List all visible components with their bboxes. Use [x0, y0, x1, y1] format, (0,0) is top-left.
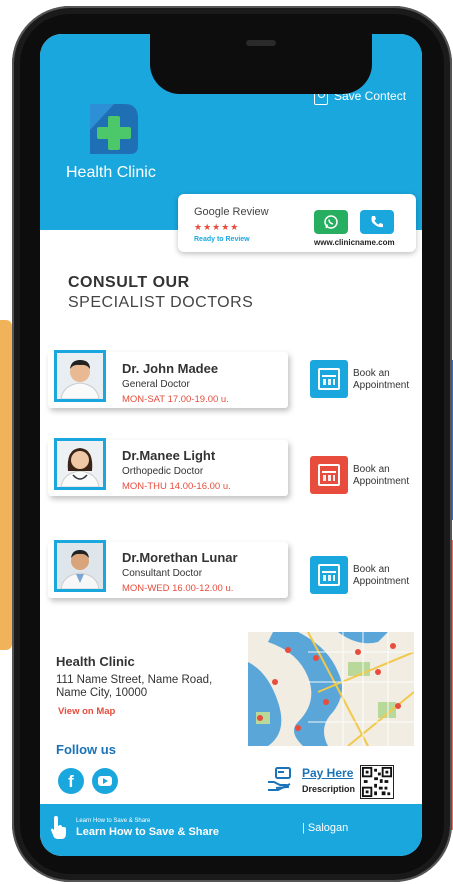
address-text: 111 Name Street, Name Road, Name City, 1…: [56, 674, 213, 699]
doctor-avatar-icon: [57, 543, 103, 590]
slogan-text: | Salogan: [302, 822, 349, 834]
consult-subheading: SPECIALIST DOCTORS: [68, 294, 254, 311]
footer-bar: Learn How to Save & Share Learn How to S…: [40, 804, 422, 856]
consult-heading: CONSULT OUR: [68, 274, 190, 291]
doctor-hours: MON-WED 16.00-12.00 u.: [122, 583, 234, 594]
doctor-avatar-icon: [57, 441, 103, 488]
doctor-name: Dr. John Madee: [122, 361, 219, 376]
google-review-title: Google Review: [194, 206, 269, 218]
qr-code-icon[interactable]: [360, 765, 394, 799]
learn-save-share-link[interactable]: Learn How to Save & Share: [76, 826, 219, 838]
calendar-icon: [318, 464, 340, 486]
google-review-card[interactable]: Google Review ★★★★★ Ready to Review www.…: [178, 194, 416, 252]
clinic-logo-icon: [90, 104, 138, 154]
website-link[interactable]: www.clinicname.com: [314, 238, 395, 247]
payment-hand-icon[interactable]: [266, 766, 294, 794]
calendar-icon: [318, 564, 340, 586]
phone-icon: [371, 216, 383, 228]
follow-us-label: Follow us: [56, 742, 116, 757]
doctor-photo: [54, 540, 106, 592]
tap-hand-icon[interactable]: [50, 814, 68, 840]
whatsapp-icon: [324, 215, 338, 229]
book-appointment-button[interactable]: [310, 456, 348, 494]
book-appointment-button[interactable]: [310, 360, 348, 398]
doctor-hours: MON-SAT 17.00-19.00 u.: [122, 394, 229, 405]
youtube-play-icon: [98, 776, 112, 786]
call-button[interactable]: [360, 210, 394, 234]
doctor-name: Dr.Morethan Lunar: [122, 550, 238, 565]
map-image: [248, 632, 414, 746]
book-line-1: Book an: [353, 564, 390, 575]
background-orange-shape: [0, 320, 12, 650]
phone-screen: Health Clinic Save Contect Google Review…: [40, 34, 422, 856]
pay-here-link[interactable]: Pay Here: [302, 766, 353, 780]
facebook-icon[interactable]: f: [58, 768, 84, 794]
book-appointment-label[interactable]: Book an Appointment: [353, 368, 409, 392]
doctor-hours: MON-THU 14.00-16.00 u.: [122, 481, 231, 492]
book-line-2: Appointment: [353, 476, 410, 487]
doctor-role: Orthopedic Doctor: [122, 466, 204, 477]
book-appointment-button[interactable]: [310, 556, 348, 594]
doctor-photo: [54, 438, 106, 490]
phone-notch: [150, 34, 372, 94]
ready-to-review-link[interactable]: Ready to Review: [194, 236, 250, 243]
location-map[interactable]: [248, 632, 414, 746]
doctor-role: Consultant Doctor: [122, 568, 203, 579]
whatsapp-button[interactable]: [314, 210, 348, 234]
doctor-name: Dr.Manee Light: [122, 448, 216, 463]
book-appointment-label[interactable]: Book an Appointment: [353, 464, 409, 488]
learn-caption-small: Learn How to Save & Share: [76, 818, 151, 824]
book-line-2: Appointment: [353, 380, 410, 391]
payment-description: Drescription: [302, 784, 356, 794]
book-appointment-label[interactable]: Book an Appointment: [353, 564, 409, 588]
book-line-2: Appointment: [353, 576, 410, 587]
youtube-icon[interactable]: [92, 768, 118, 794]
calendar-icon: [318, 368, 340, 390]
book-line-1: Book an: [353, 464, 390, 475]
clinic-name: Health Clinic: [66, 164, 156, 181]
doctor-photo: [54, 350, 106, 402]
rating-stars: ★★★★★: [194, 222, 240, 232]
doctor-avatar-icon: [57, 353, 103, 400]
view-on-map-link[interactable]: View on Map: [58, 706, 115, 717]
doctor-role: General Doctor: [122, 379, 190, 390]
book-line-1: Book an: [353, 368, 390, 379]
speaker-grille: [246, 40, 276, 46]
address-title: Health Clinic: [56, 654, 135, 669]
